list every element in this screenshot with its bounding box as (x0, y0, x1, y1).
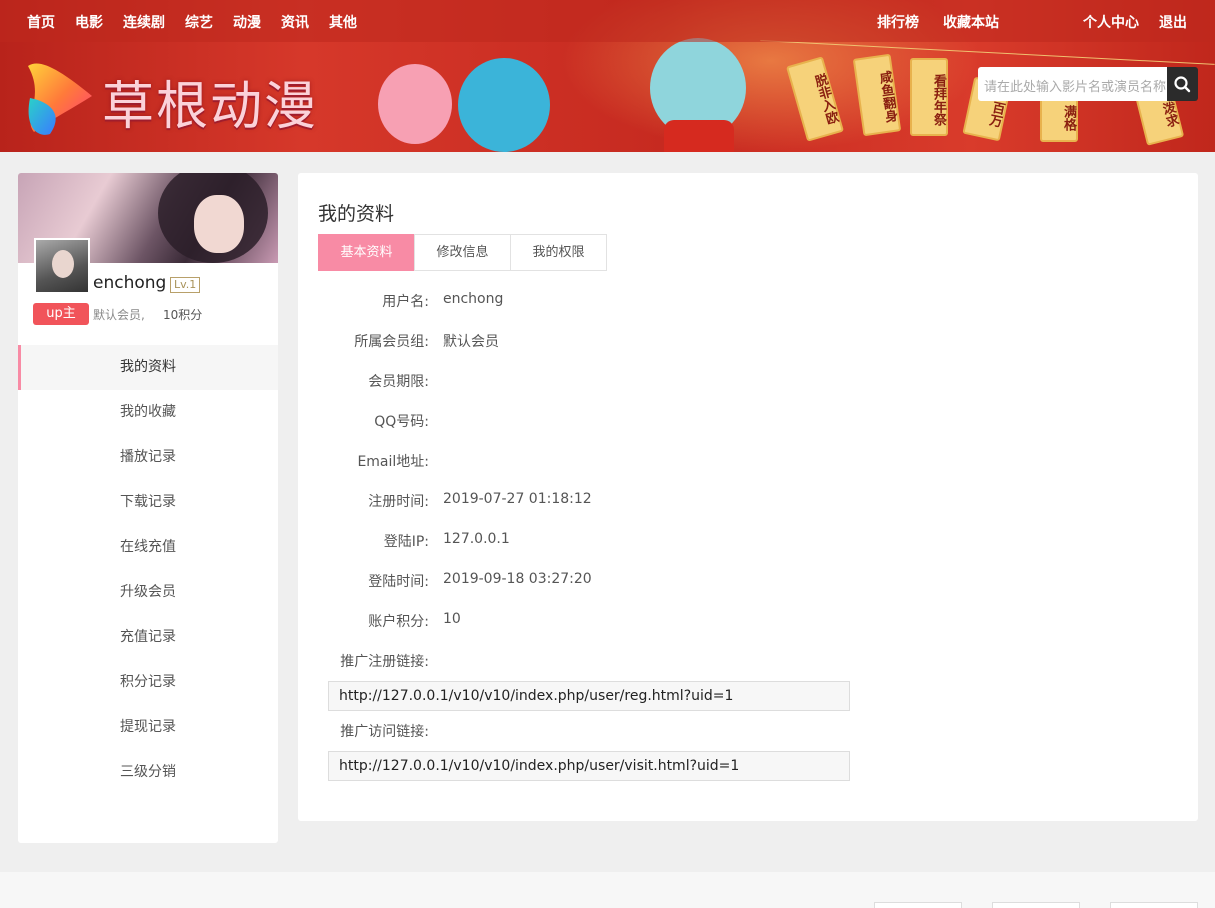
sidebar-item-distribution[interactable]: 三级分销 (18, 750, 278, 795)
sidebar-item-withdraw-history[interactable]: 提现记录 (18, 705, 278, 750)
field-label: Email地址: (357, 454, 429, 470)
avatar[interactable] (34, 238, 90, 294)
up-badge: up主 (33, 303, 89, 325)
sidebar-item-play-history[interactable]: 播放记录 (18, 435, 278, 480)
search-input[interactable]: 请在此处输入影片名或演员名称 (978, 67, 1168, 101)
field-username: 用户名: enchong (318, 291, 1178, 311)
field-value: 127.0.0.1 (443, 531, 510, 547)
field-label: 账户积分: (368, 614, 429, 630)
field-value: 2019-09-18 03:27:20 (443, 571, 592, 587)
field-value: 默认会员 (443, 334, 499, 350)
field-value: 2019-07-27 01:18:12 (443, 491, 592, 507)
sidebar-menu: 我的资料 我的收藏 播放记录 下载记录 在线充值 升级会员 充值记录 积分记录 … (18, 345, 278, 795)
search-button[interactable] (1167, 67, 1198, 101)
tab-permissions[interactable]: 我的权限 (510, 234, 607, 271)
field-label: QQ号码: (374, 414, 429, 430)
field-label: 所属会员组: (354, 334, 429, 350)
user-sidebar: enchong Lv.1 up主 默认会员, 10积分 我的资料 我的收藏 播放… (18, 173, 278, 843)
footer-button[interactable] (874, 902, 962, 908)
field-member-group: 所属会员组: 默认会员 (318, 331, 1178, 351)
field-login-ip: 登陆IP: 127.0.0.1 (318, 531, 1178, 551)
sidebar-item-upgrade[interactable]: 升级会员 (18, 570, 278, 615)
visit-link-field[interactable]: http://127.0.0.1/v10/v10/index.php/user/… (328, 751, 850, 781)
sidebar-item-recharge-history[interactable]: 充值记录 (18, 615, 278, 660)
member-points: 10积分 (163, 308, 203, 322)
banner-tag: 看拜年祭 (910, 58, 948, 136)
nav-item-home[interactable]: 首页 (27, 12, 55, 32)
field-label: 登陆IP: (383, 534, 429, 550)
footer (0, 872, 1215, 908)
field-points: 账户积分: 10 (318, 611, 1178, 631)
sidebar-item-favorites[interactable]: 我的收藏 (18, 390, 278, 435)
field-label: 推广访问链接: (340, 724, 429, 740)
nav-item-ranking[interactable]: 排行榜 (877, 12, 919, 32)
profile-tabs: 基本资料 修改信息 我的权限 (318, 234, 607, 271)
banner-character-pink (378, 64, 452, 144)
nav-item-variety[interactable]: 综艺 (185, 12, 213, 32)
nav-item-user-center[interactable]: 个人中心 (1083, 12, 1139, 32)
footer-button[interactable] (992, 902, 1080, 908)
nav-item-anime[interactable]: 动漫 (233, 12, 261, 32)
nav-item-bookmark[interactable]: 收藏本站 (943, 12, 999, 32)
field-email: Email地址: (318, 451, 1178, 471)
nav-item-news[interactable]: 资讯 (281, 12, 309, 32)
header-banner: 脱非入欧 咸鱼翻身 看拜年祭 百万 满格 泼求 草根动漫 首页 电影 连续剧 综… (0, 0, 1215, 152)
banner-character-body (664, 120, 734, 152)
field-label: 推广注册链接: (340, 654, 429, 670)
field-label: 注册时间: (368, 494, 429, 510)
level-badge: Lv.1 (170, 277, 201, 293)
cover-figure-face (194, 195, 244, 253)
field-value: enchong (443, 291, 504, 307)
page-title: 我的资料 (318, 203, 395, 225)
reg-link-row: 推广注册链接: (318, 651, 1178, 671)
top-navigation: 首页 电影 连续剧 综艺 动漫 资讯 其他 排行榜 收藏本站 个人中心 退出 (0, 0, 1215, 42)
reg-link-field[interactable]: http://127.0.0.1/v10/v10/index.php/user/… (328, 681, 850, 711)
profile-username: enchong (93, 273, 167, 293)
nav-item-series[interactable]: 连续剧 (123, 12, 165, 32)
field-label: 登陆时间: (368, 574, 429, 590)
field-value: 10 (443, 611, 461, 627)
tab-edit-info[interactable]: 修改信息 (414, 234, 511, 271)
field-login-time: 登陆时间: 2019-09-18 03:27:20 (318, 571, 1178, 591)
field-qq: QQ号码: (318, 411, 1178, 431)
visit-link-row: 推广访问链接: (318, 721, 1178, 741)
sidebar-item-recharge[interactable]: 在线充值 (18, 525, 278, 570)
tab-basic-info[interactable]: 基本资料 (318, 234, 415, 271)
sidebar-item-profile[interactable]: 我的资料 (18, 345, 278, 390)
field-label: 会员期限: (368, 374, 429, 390)
footer-button[interactable] (1110, 902, 1198, 908)
sidebar-item-points-history[interactable]: 积分记录 (18, 660, 278, 705)
profile-panel: 我的资料 基本资料 修改信息 我的权限 用户名: enchong 所属会员组: … (298, 173, 1198, 821)
field-member-expiry: 会员期限: (318, 371, 1178, 391)
field-label: 用户名: (382, 294, 429, 310)
nav-item-logout[interactable]: 退出 (1159, 12, 1187, 32)
field-register-time: 注册时间: 2019-07-27 01:18:12 (318, 491, 1178, 511)
member-group: 默认会员, (93, 308, 145, 322)
banner-character-blue (458, 58, 550, 152)
logo-text[interactable]: 草根动漫 (102, 64, 318, 139)
sidebar-item-download-history[interactable]: 下载记录 (18, 480, 278, 525)
nav-item-other[interactable]: 其他 (329, 12, 357, 32)
nav-item-movie[interactable]: 电影 (75, 12, 103, 32)
logo-icon[interactable] (20, 58, 96, 138)
search-icon (1174, 76, 1191, 93)
